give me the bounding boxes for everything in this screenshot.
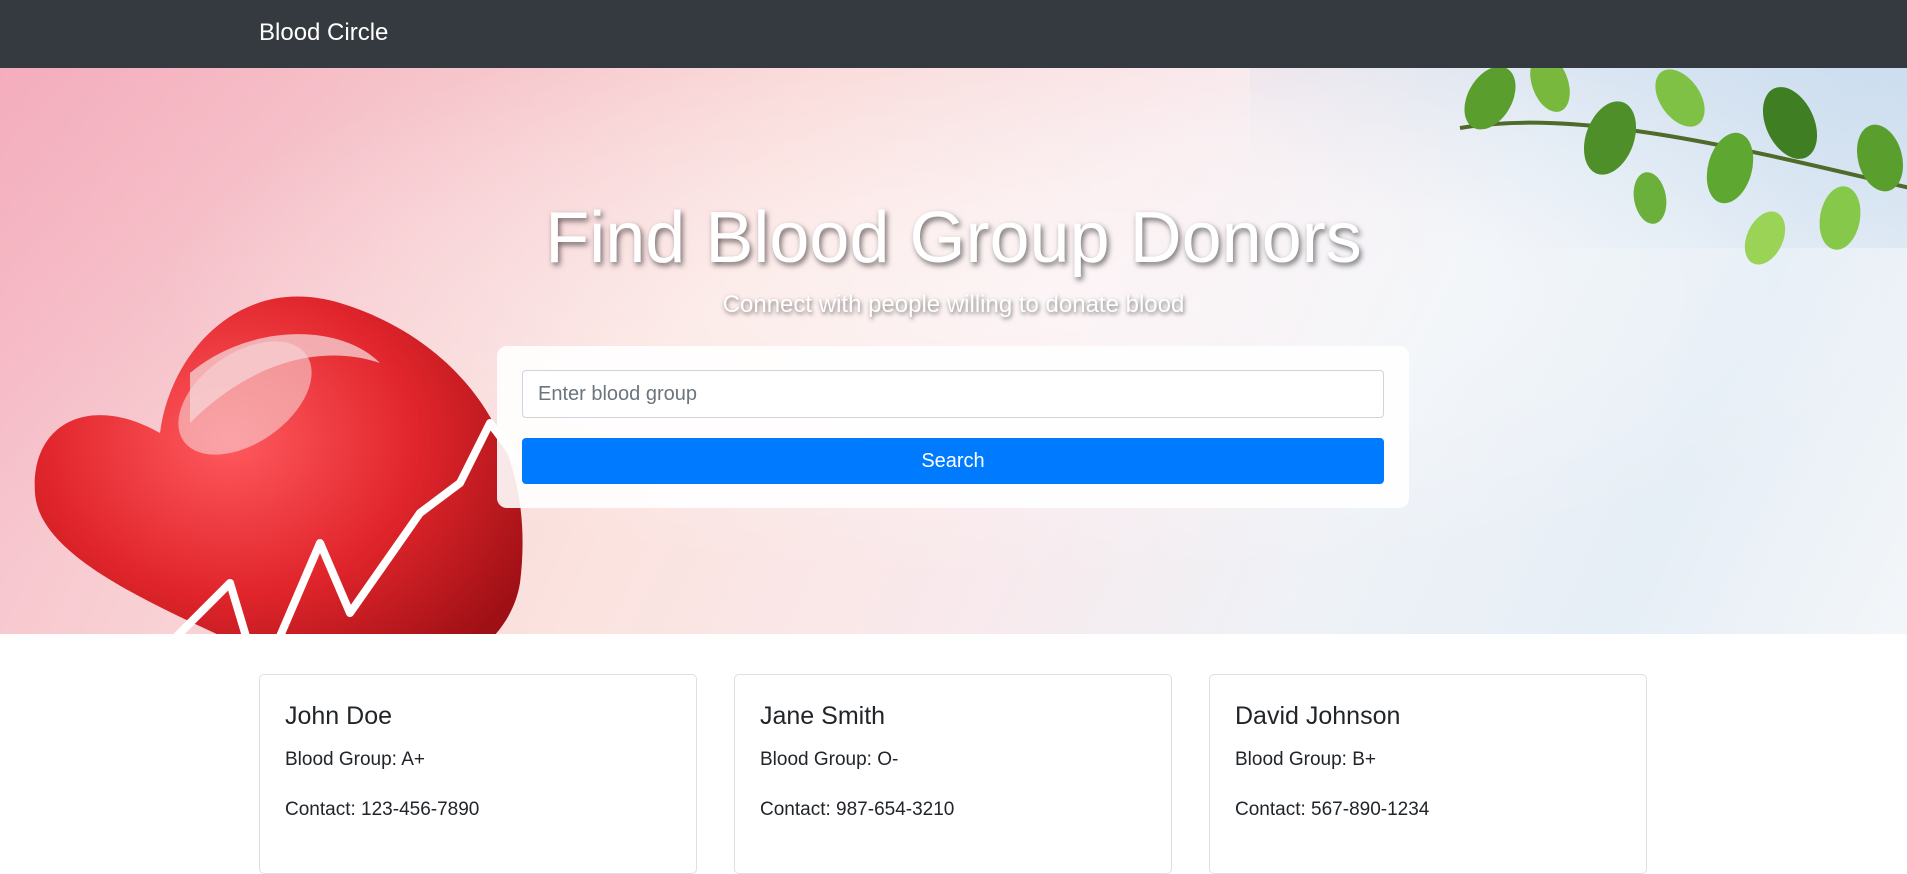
donor-card: David Johnson Blood Group: B+ Contact: 5… [1209,674,1647,874]
donor-card: Jane Smith Blood Group: O- Contact: 987-… [734,674,1172,874]
donor-name: David Johnson [1235,702,1401,730]
hero-banner: Find Blood Group Donors Connect with peo… [0,68,1907,634]
page-subtitle: Connect with people willing to donate bl… [722,291,1185,318]
blood-group-search-input[interactable] [522,370,1384,418]
search-panel: Search [497,346,1409,508]
donor-name: John Doe [285,702,393,730]
heart-illustration [34,296,524,634]
donor-card: John Doe Blood Group: A+ Contact: 123-45… [259,674,697,874]
donor-contact: Contact: 567-890-1234 [1235,799,1430,820]
donor-contact: Contact: 123-456-7890 [285,799,480,820]
donor-blood-group: Blood Group: O- [760,749,899,770]
brand-link[interactable]: Blood Circle [259,18,388,48]
navbar: Blood Circle [0,0,1907,68]
search-button[interactable]: Search [522,438,1384,484]
donor-name: Jane Smith [760,702,886,730]
page-title: Find Blood Group Donors [545,198,1362,278]
donor-blood-group: Blood Group: A+ [285,749,425,770]
donor-blood-group: Blood Group: B+ [1235,749,1377,770]
donor-contact: Contact: 987-654-3210 [760,799,955,820]
